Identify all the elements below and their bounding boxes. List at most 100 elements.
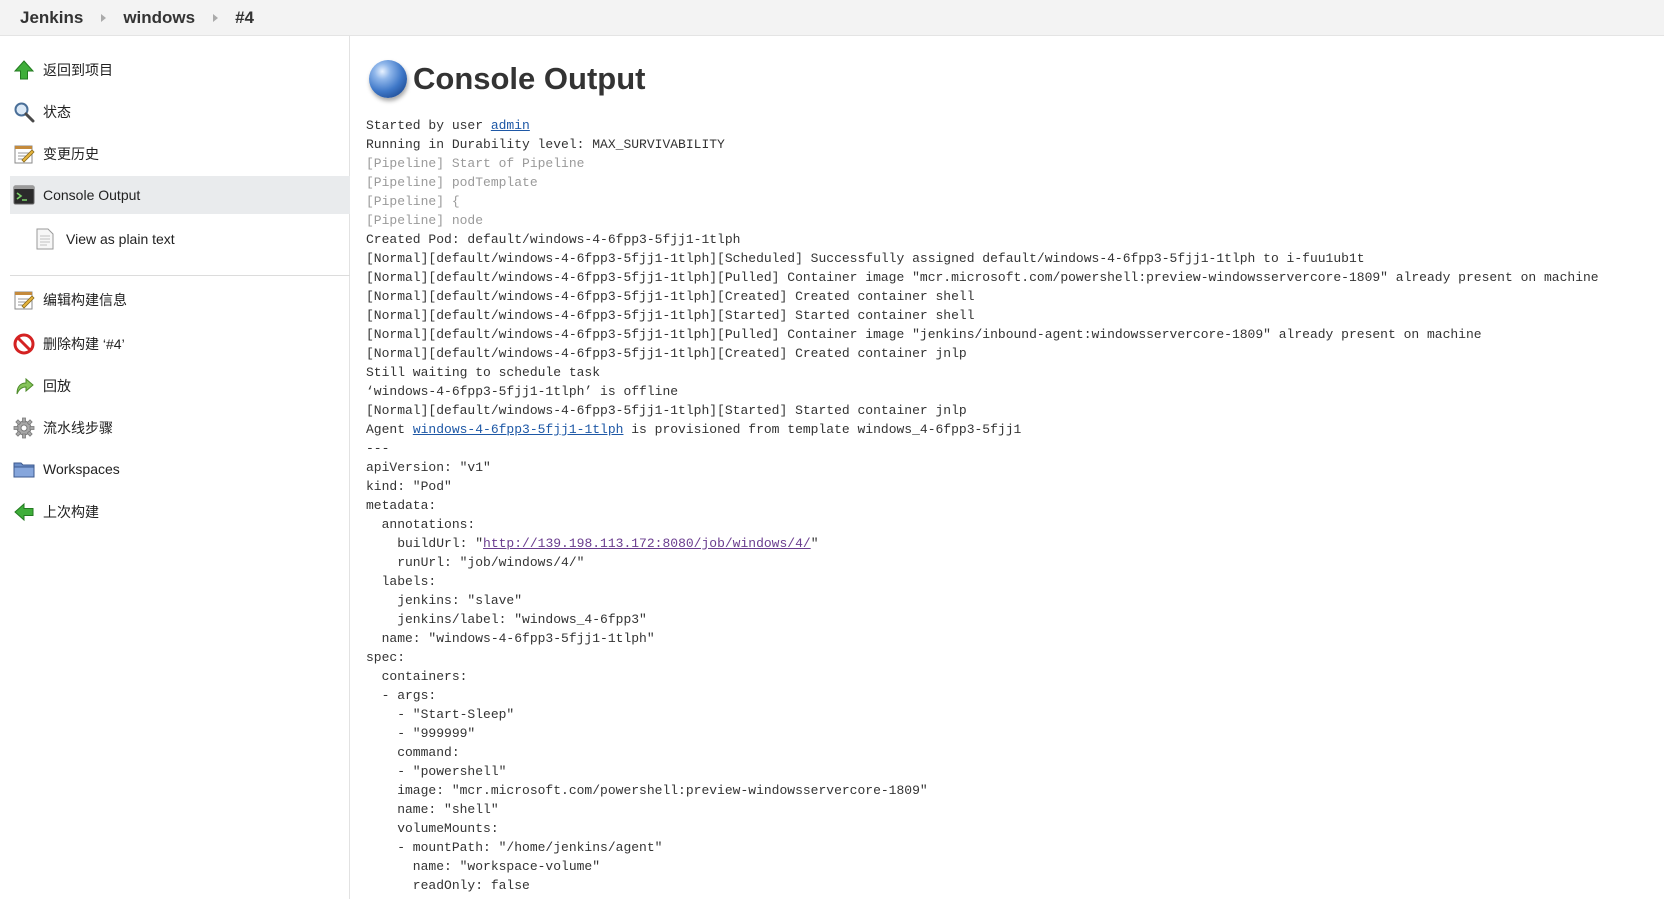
console-line: name: "shell" xyxy=(366,800,1599,819)
console-line: [Pipeline] { xyxy=(366,192,1599,211)
notepad-icon xyxy=(13,289,35,311)
redo-icon xyxy=(13,375,35,397)
console-text: image: "mcr.microsoft.com/powershell:pre… xyxy=(366,783,928,798)
console-text: Agent xyxy=(366,422,413,437)
console-text: " xyxy=(810,536,819,551)
task-edit-build-info[interactable]: 编辑构建信息 xyxy=(0,280,350,320)
left-arrow-icon xyxy=(13,501,35,523)
console-line: - args: xyxy=(366,686,1599,705)
console-text: [Normal][default/windows-4-6fpp3-5fjj1-1… xyxy=(366,251,1365,266)
breadcrumb-jenkins[interactable]: Jenkins xyxy=(20,8,83,28)
console-text: - "Start-Sleep" xyxy=(366,707,515,722)
console-line: [Normal][default/windows-4-6fpp3-5fjj1-1… xyxy=(366,249,1599,268)
terminal-icon xyxy=(13,184,35,206)
breadcrumb-separator-icon xyxy=(213,13,219,22)
console-line: [Normal][default/windows-4-6fpp3-5fjj1-1… xyxy=(366,401,1599,420)
console-link[interactable]: http://139.198.113.172:8080/job/windows/… xyxy=(483,536,811,551)
task-view-plain-text[interactable]: View as plain text xyxy=(0,219,350,259)
console-text: [Normal][default/windows-4-6fpp3-5fjj1-1… xyxy=(366,270,1599,285)
console-text: [Normal][default/windows-4-6fpp3-5fjj1-1… xyxy=(366,308,975,323)
console-text: name: "shell" xyxy=(366,802,499,817)
task-label: 状态 xyxy=(43,104,71,120)
console-text: - "999999" xyxy=(366,726,476,741)
console-line: jenkins: "slave" xyxy=(366,591,1599,610)
task-previous-build[interactable]: 上次构建 xyxy=(0,492,350,532)
console-line: image: "mcr.microsoft.com/powershell:pre… xyxy=(366,781,1599,800)
console-line: - mountPath: "/home/jenkins/agent" xyxy=(366,838,1599,857)
console-line: volumeMounts: xyxy=(366,819,1599,838)
console-text: apiVersion: "v1" xyxy=(366,460,491,475)
console-text: name: "workspace-volume" xyxy=(366,859,601,874)
task-label: 删除构建 ‘#4’ xyxy=(43,336,125,352)
console-text: metadata: xyxy=(366,498,437,513)
task-back-to-project[interactable]: 返回到项目 xyxy=(0,50,350,90)
console-text: runUrl: "job/windows/4/" xyxy=(366,555,585,570)
console-text: command: xyxy=(366,745,460,760)
console-link[interactable]: windows-4-6fpp3-5fjj1-1tlph xyxy=(413,422,624,437)
console-line: name: "workspace-volume" xyxy=(366,857,1599,876)
task-changes[interactable]: 变更历史 xyxy=(0,134,350,174)
console-text: Created Pod: default/windows-4-6fpp3-5fj… xyxy=(366,232,741,247)
task-pipeline-steps[interactable]: 流水线步骤 xyxy=(0,408,350,448)
task-replay[interactable]: 回放 xyxy=(0,366,350,406)
task-console-output[interactable]: Console Output xyxy=(10,176,350,214)
no-entry-icon xyxy=(13,333,35,355)
task-label: 返回到项目 xyxy=(43,62,113,78)
console-text: [Normal][default/windows-4-6fpp3-5fjj1-1… xyxy=(366,346,967,361)
console-text: jenkins: "slave" xyxy=(366,593,523,608)
console-line: ‘windows-4-6fpp3-5fjj1-1tlph’ is offline xyxy=(366,382,1599,401)
console-text: [Pipeline] podTemplate xyxy=(366,175,538,190)
task-label: Workspaces xyxy=(43,461,120,477)
task-label: 变更历史 xyxy=(43,146,99,162)
console-line: metadata: xyxy=(366,496,1599,515)
console-text: is provisioned from template windows_4-6… xyxy=(623,422,1022,437)
console-text: spec: xyxy=(366,650,406,665)
console-line: annotations: xyxy=(366,515,1599,534)
task-status[interactable]: 状态 xyxy=(0,92,350,132)
page-heading: Console Output xyxy=(369,60,645,98)
gear-icon xyxy=(13,417,35,439)
console-line: [Normal][default/windows-4-6fpp3-5fjj1-1… xyxy=(366,306,1599,325)
console-text: - "powershell" xyxy=(366,764,507,779)
console-link[interactable]: admin xyxy=(491,118,530,133)
console-line: spec: xyxy=(366,648,1599,667)
console-text: Still waiting to schedule task xyxy=(366,365,601,380)
console-output: Started by user admin Running in Durabili… xyxy=(366,116,1599,895)
console-text: [Normal][default/windows-4-6fpp3-5fjj1-1… xyxy=(366,327,1482,342)
sidebar: 返回到项目 状态 变更历史 Console Output View as pla… xyxy=(0,36,350,899)
console-line: command: xyxy=(366,743,1599,762)
console-text: containers: xyxy=(366,669,468,684)
console-line: [Pipeline] node xyxy=(366,211,1599,230)
console-line: [Normal][default/windows-4-6fpp3-5fjj1-1… xyxy=(366,268,1599,287)
notepad-icon xyxy=(13,143,35,165)
console-text: [Pipeline] Start of Pipeline xyxy=(366,156,585,171)
console-text: Running in Durability level: MAX_SURVIVA… xyxy=(366,137,725,152)
console-line: [Normal][default/windows-4-6fpp3-5fjj1-1… xyxy=(366,344,1599,363)
console-line: readOnly: false xyxy=(366,876,1599,895)
console-text: [Normal][default/windows-4-6fpp3-5fjj1-1… xyxy=(366,289,975,304)
task-label: Console Output xyxy=(43,187,141,203)
console-line: [Pipeline] podTemplate xyxy=(366,173,1599,192)
console-text: name: "windows-4-6fpp3-5fjj1-1tlph" xyxy=(366,631,655,646)
build-status-ball-icon xyxy=(369,60,407,98)
console-line: Running in Durability level: MAX_SURVIVA… xyxy=(366,135,1599,154)
document-icon xyxy=(34,228,56,250)
console-text: kind: "Pod" xyxy=(366,479,452,494)
console-line: - "999999" xyxy=(366,724,1599,743)
console-text: Started by user xyxy=(366,118,491,133)
console-line: - "powershell" xyxy=(366,762,1599,781)
task-workspaces[interactable]: Workspaces xyxy=(0,449,350,489)
task-delete-build[interactable]: 删除构建 ‘#4’ xyxy=(0,324,350,364)
console-line: Created Pod: default/windows-4-6fpp3-5fj… xyxy=(366,230,1599,249)
console-line: labels: xyxy=(366,572,1599,591)
task-label: 回放 xyxy=(43,378,71,394)
console-text: labels: xyxy=(366,574,437,589)
console-line: Agent windows-4-6fpp3-5fjj1-1tlph is pro… xyxy=(366,420,1599,439)
console-text: volumeMounts: xyxy=(366,821,499,836)
console-line: containers: xyxy=(366,667,1599,686)
up-arrow-icon xyxy=(13,59,35,81)
console-text: --- xyxy=(366,441,390,456)
breadcrumb-build[interactable]: #4 xyxy=(235,8,254,28)
console-text: readOnly: false xyxy=(366,878,530,893)
breadcrumb-job[interactable]: windows xyxy=(123,8,195,28)
